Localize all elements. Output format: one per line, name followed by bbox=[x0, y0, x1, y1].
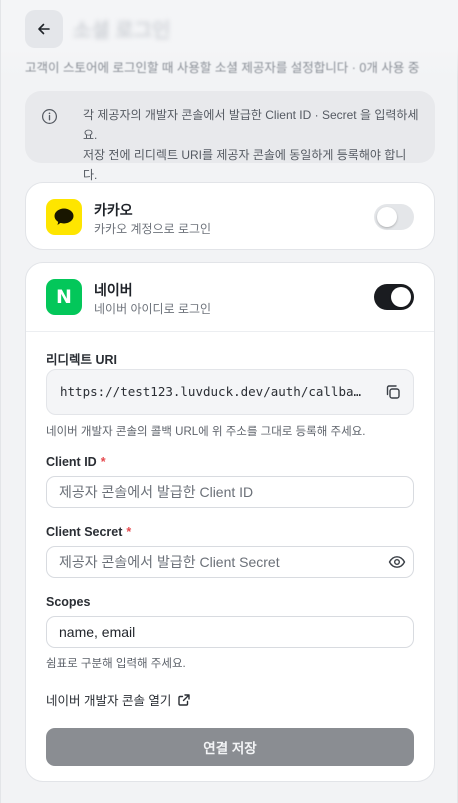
page-subtitle: 고객이 스토어에 로그인할 때 사용할 소셜 제공자를 설정합니다 · 0개 사… bbox=[25, 61, 420, 75]
back-button[interactable] bbox=[25, 10, 63, 48]
provider-name: 네이버 bbox=[94, 282, 133, 298]
required-mark: * bbox=[126, 525, 132, 539]
info-icon bbox=[41, 108, 58, 125]
provider-description: 카카오 계정으로 로그인 bbox=[94, 222, 212, 236]
required-mark: * bbox=[100, 455, 106, 469]
redirect-uri-label: 리디렉트 URI bbox=[46, 353, 118, 367]
divider bbox=[26, 331, 434, 332]
info-line-1: 각 제공자의 개발자 콘솔에서 발급한 Client ID · Secret 을… bbox=[83, 108, 419, 142]
page-title: 소셜 로그인 bbox=[73, 20, 171, 42]
header: 소셜 로그인 고객이 스토어에 로그인할 때 사용할 소셜 제공자를 설정합니다… bbox=[1, 0, 458, 78]
redirect-uri-help: 네이버 개발자 콘솔의 콜백 URL에 위 주소를 그대로 등록해 주세요. bbox=[46, 426, 366, 438]
client-secret-label-text: Client Secret bbox=[46, 525, 123, 539]
redirect-uri-field: https://test123.luvduck.dev/auth/callbac… bbox=[46, 369, 414, 415]
client-id-label: Client ID * bbox=[46, 455, 106, 469]
client-id-label-text: Client ID bbox=[46, 455, 97, 469]
provider-row-kakao: 카카오 카카오 계정으로 로그인 bbox=[26, 183, 434, 251]
provider-row-naver: N 네이버 네이버 아이디로 로그인 bbox=[26, 263, 434, 331]
settings-page: 소셜 로그인 고객이 스토어에 로그인할 때 사용할 소셜 제공자를 설정합니다… bbox=[0, 0, 458, 803]
scopes-help: 쉼표로 구분해 입력해 주세요. bbox=[46, 658, 186, 670]
eye-icon bbox=[388, 556, 406, 568]
toggle-knob bbox=[377, 207, 397, 227]
naver-logo-letter: N bbox=[56, 286, 72, 308]
provider-card-kakao: 카카오 카카오 계정으로 로그인 bbox=[25, 182, 435, 250]
kakao-enable-toggle[interactable] bbox=[374, 204, 414, 230]
kakao-logo-icon bbox=[46, 199, 82, 235]
copy-icon bbox=[386, 385, 400, 399]
external-link-icon bbox=[178, 693, 191, 706]
save-connection-button[interactable]: 연결 저장 bbox=[46, 728, 414, 766]
client-secret-label: Client Secret * bbox=[46, 525, 131, 539]
client-id-input[interactable] bbox=[46, 476, 414, 508]
provider-description: 네이버 아이디로 로그인 bbox=[94, 302, 212, 316]
console-link-label: 네이버 개발자 콘솔 열기 bbox=[46, 694, 172, 708]
provider-card-naver: N 네이버 네이버 아이디로 로그인 리디렉트 URI https://test… bbox=[25, 262, 435, 782]
naver-console-link[interactable]: 네이버 개발자 콘솔 열기 bbox=[46, 690, 191, 709]
info-notice: 각 제공자의 개발자 콘솔에서 발급한 Client ID · Secret 을… bbox=[25, 91, 435, 182]
info-line-2: 저장 전에 리디렉트 URI를 제공자 콘솔에 동일하게 등록해야 합니다. bbox=[83, 148, 407, 182]
scopes-input[interactable] bbox=[46, 616, 414, 648]
scopes-label: Scopes bbox=[46, 595, 91, 609]
toggle-secret-visibility-button[interactable] bbox=[388, 553, 406, 571]
naver-logo-icon: N bbox=[46, 279, 82, 315]
toggle-knob bbox=[391, 287, 411, 307]
redirect-uri-value: https://test123.luvduck.dev/auth/callbac… bbox=[60, 384, 366, 399]
arrow-left-icon bbox=[38, 23, 50, 35]
provider-name: 카카오 bbox=[94, 202, 133, 218]
naver-enable-toggle[interactable] bbox=[374, 284, 414, 310]
copy-uri-button[interactable] bbox=[383, 382, 403, 402]
client-secret-input[interactable] bbox=[46, 546, 414, 578]
speech-bubble-icon bbox=[54, 208, 74, 225]
